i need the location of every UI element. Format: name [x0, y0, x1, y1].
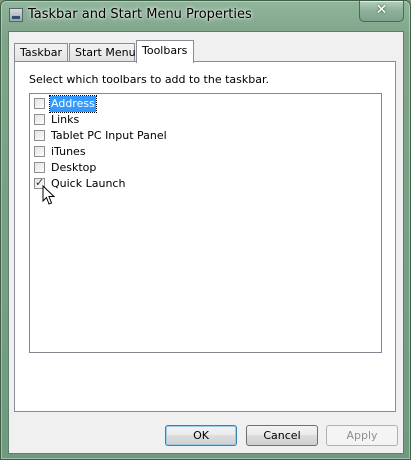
tab-taskbar[interactable]: Taskbar	[14, 43, 68, 61]
tab-toolbars[interactable]: Toolbars	[136, 40, 194, 63]
instruction-text: Select which toolbars to add to the task…	[29, 73, 269, 86]
desktop-checkbox[interactable]	[34, 162, 45, 173]
quick-launch-label: Quick Launch	[51, 177, 126, 190]
tab-start-menu[interactable]: Start Menu	[69, 43, 136, 61]
window-title: Taskbar and Start Menu Properties	[28, 7, 252, 22]
dialog-client-area: Taskbar Start Menu Toolbars Select which…	[8, 31, 404, 454]
dialog-window: Taskbar and Start Menu Properties ✕ Task…	[0, 0, 411, 460]
links-label: Links	[51, 113, 80, 126]
itunes-checkbox[interactable]	[34, 146, 45, 157]
dialog-buttons: OK Cancel Apply	[9, 421, 403, 451]
toolbars-tab-panel: Select which toolbars to add to the task…	[14, 61, 396, 412]
mouse-pointer-icon	[42, 185, 56, 205]
close-button[interactable]: ✕	[359, 1, 404, 22]
apply-button[interactable]: Apply	[326, 425, 398, 446]
links-checkbox[interactable]	[34, 114, 45, 125]
taskbar-properties-icon	[9, 8, 23, 22]
title-bar[interactable]: Taskbar and Start Menu Properties ✕	[1, 1, 410, 31]
tablet-pc-input-panel-label: Tablet PC Input Panel	[51, 129, 167, 142]
tablet-pc-input-panel-checkbox[interactable]	[34, 130, 45, 141]
itunes-label: iTunes	[51, 145, 86, 158]
cancel-button[interactable]: Cancel	[246, 425, 318, 446]
toolbars-list[interactable]: Address Links Tablet PC Input Panel iTun…	[29, 93, 382, 353]
ok-button[interactable]: OK	[165, 425, 237, 446]
desktop-label: Desktop	[51, 161, 97, 174]
address-checkbox[interactable]	[34, 98, 45, 109]
address-label: Address	[49, 95, 97, 113]
